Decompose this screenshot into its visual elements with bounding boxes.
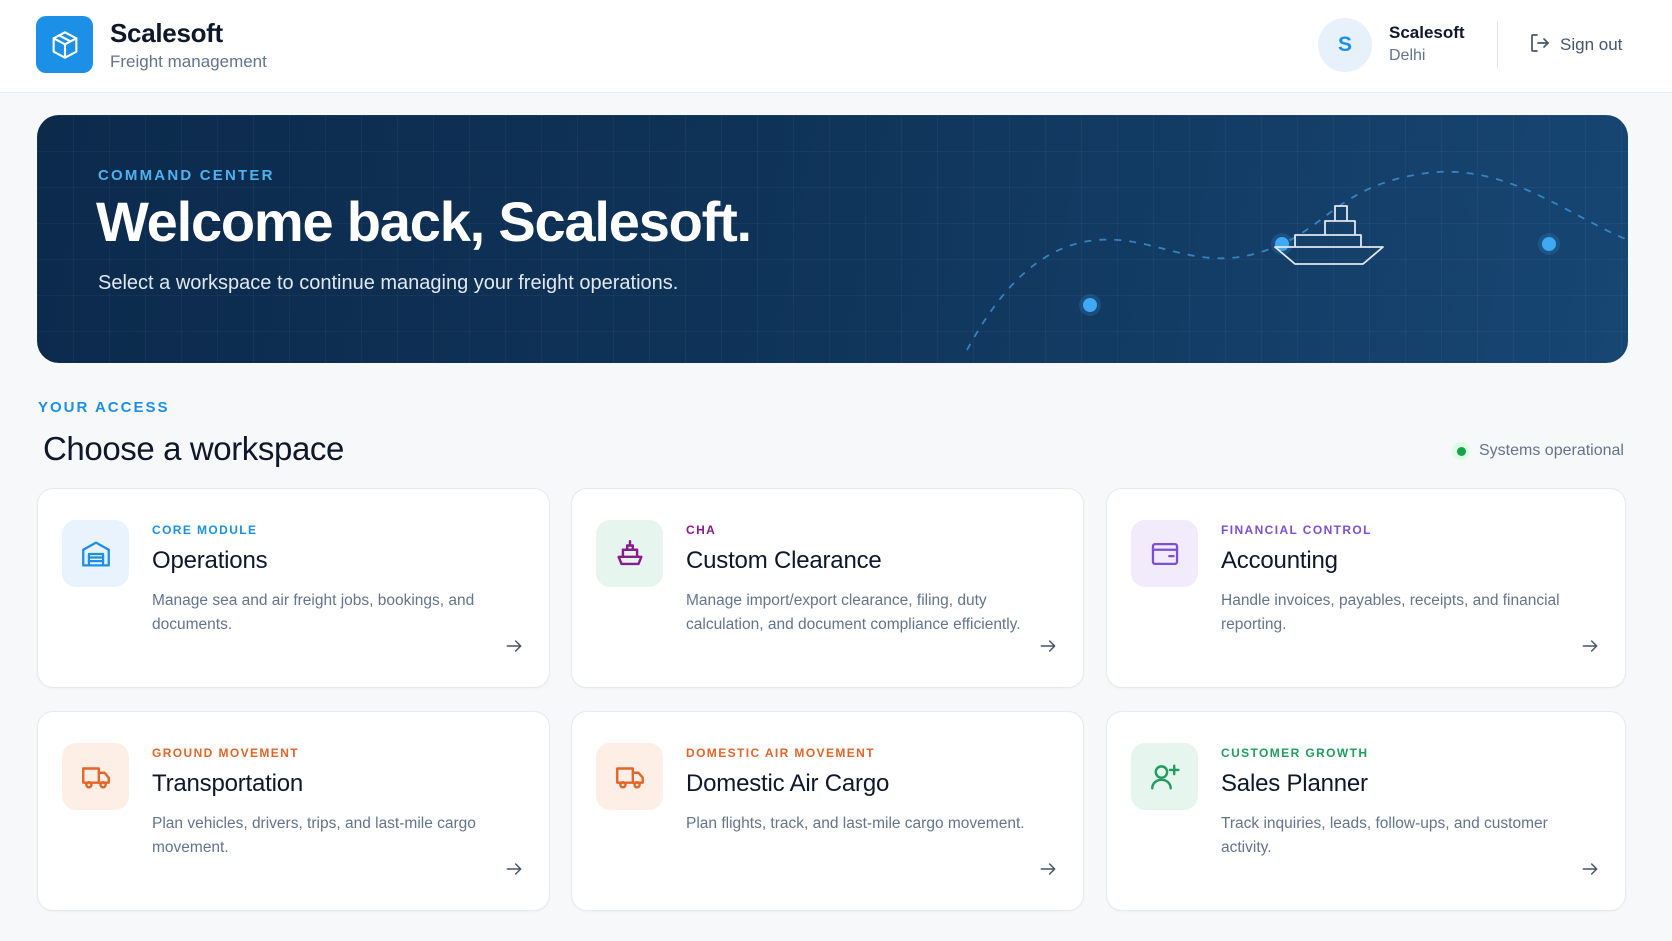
card-title: Transportation [152, 770, 304, 797]
user-plus-icon [1131, 743, 1198, 810]
card-description: Plan vehicles, drivers, trips, and last-… [152, 815, 476, 856]
truck-icon [596, 743, 663, 810]
status-label: Systems operational [1479, 442, 1624, 459]
top-bar: Scalesoft Freight management S Scalesoft… [0, 0, 1672, 93]
card-title: Operations [152, 547, 268, 574]
card-title: Sales Planner [1221, 770, 1368, 797]
header-divider [1497, 21, 1498, 69]
section-eyebrow: YOUR ACCESS [38, 399, 170, 416]
arrow-right-icon[interactable] [503, 858, 525, 880]
card-eyebrow: DOMESTIC AIR MOVEMENT [686, 746, 875, 760]
card-title: Custom Clearance [686, 547, 882, 574]
card-description: Manage import/export clearance, filing, … [686, 592, 1021, 633]
sign-out-label: Sign out [1560, 35, 1623, 54]
ship-icon [1274, 205, 1384, 265]
card-eyebrow: GROUND MOVEMENT [152, 746, 299, 760]
card-eyebrow: CORE MODULE [152, 523, 258, 537]
user-location: Delhi [1389, 47, 1426, 64]
workspace-card-accounting[interactable]: FINANCIAL CONTROL Accounting Handle invo… [1106, 488, 1626, 688]
ship-icon [596, 520, 663, 587]
card-description: Track inquiries, leads, follow-ups, and … [1221, 815, 1548, 856]
brand-name: Scalesoft [110, 18, 223, 48]
card-description: Plan flights, track, and last-mile cargo… [686, 815, 1025, 832]
workspace-card-custom-clearance[interactable]: CHA Custom Clearance Manage import/expor… [571, 488, 1084, 688]
card-eyebrow: CUSTOMER GROWTH [1221, 746, 1369, 760]
arrow-right-icon[interactable] [1579, 635, 1601, 657]
wallet-icon [1131, 520, 1198, 587]
workspace-card-transportation[interactable]: GROUND MOVEMENT Transportation Plan vehi… [37, 711, 550, 911]
workspace-card-operations[interactable]: CORE MODULE Operations Manage sea and ai… [37, 488, 550, 688]
arrow-right-icon[interactable] [1579, 858, 1601, 880]
sign-out-button[interactable]: Sign out [1528, 30, 1622, 60]
hero-subtitle: Select a workspace to continue managing … [98, 272, 679, 294]
arrow-right-icon[interactable] [1037, 858, 1059, 880]
workspace-card-sales-planner[interactable]: CUSTOMER GROWTH Sales Planner Track inqu… [1106, 711, 1626, 911]
arrow-right-icon[interactable] [503, 635, 525, 657]
warehouse-icon [62, 520, 129, 587]
hero-banner: COMMAND CENTER Welcome back, Scalesoft. … [37, 115, 1628, 363]
brand-tagline: Freight management [110, 52, 267, 71]
status-indicator: Systems operational [1452, 440, 1624, 462]
hero-title: Welcome back, Scalesoft. [96, 190, 752, 253]
card-description: Manage sea and air freight jobs, booking… [152, 592, 475, 633]
hero-eyebrow: COMMAND CENTER [98, 167, 275, 184]
card-title: Accounting [1221, 547, 1338, 574]
card-title: Domestic Air Cargo [686, 770, 890, 797]
truck-icon [62, 743, 129, 810]
status-dot-icon [1452, 442, 1470, 460]
card-eyebrow: FINANCIAL CONTROL [1221, 523, 1372, 537]
avatar[interactable]: S [1318, 18, 1372, 72]
card-description: Handle invoices, payables, receipts, and… [1221, 592, 1560, 633]
package-icon[interactable] [36, 16, 93, 73]
arrow-right-icon[interactable] [1037, 635, 1059, 657]
sign-out-icon [1528, 31, 1552, 60]
card-eyebrow: CHA [686, 523, 717, 537]
workspace-card-domestic-air-cargo[interactable]: DOMESTIC AIR MOVEMENT Domestic Air Cargo… [571, 711, 1084, 911]
section-title: Choose a workspace [43, 430, 344, 467]
user-name: Scalesoft [1389, 23, 1465, 42]
